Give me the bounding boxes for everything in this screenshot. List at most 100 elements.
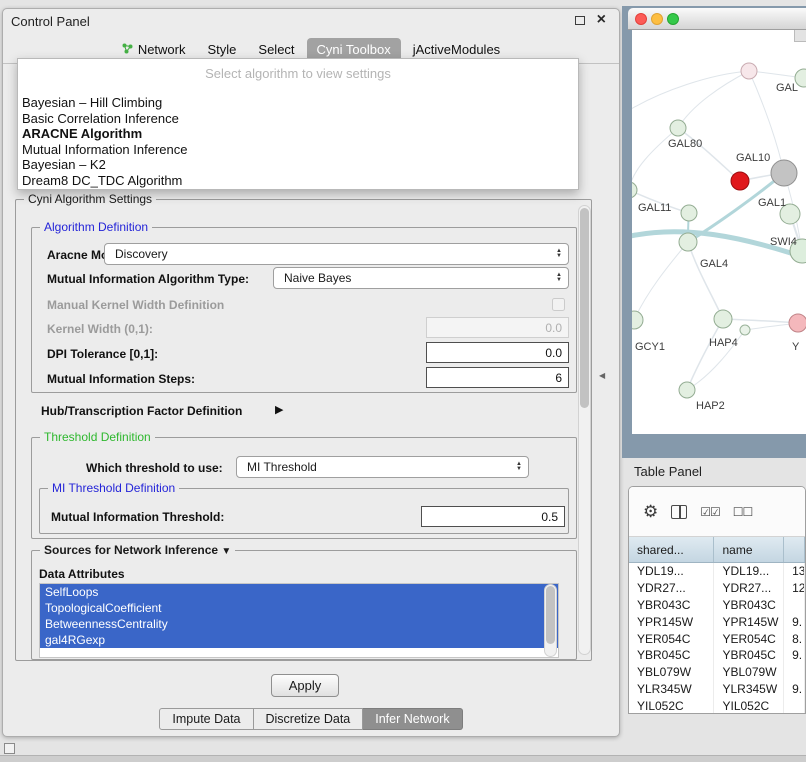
cyni-mode-tabs: Impute DataDiscretize DataInfer Network [3,708,619,730]
algorithm-option-basic-correlation-inference[interactable]: Basic Correlation Inference [18,111,578,127]
table-row[interactable]: YER054CYER054C8. [629,630,805,647]
column-header-col2[interactable] [784,537,805,562]
combo-value: Naive Bayes [284,271,351,285]
mi-type-select[interactable]: Naive Bayes ▲ ▼ [273,267,569,289]
algorithm-option-bayesian-hill-climbing[interactable]: Bayesian – Hill Climbing [18,95,578,111]
network-node-y[interactable] [789,314,806,332]
dropdown-items: Bayesian – Hill ClimbingBasic Correlatio… [18,95,578,188]
table-cell: YER054C [629,630,714,647]
network-node-gal10[interactable] [771,160,797,186]
network-node-hap2[interactable] [679,382,695,398]
mi-threshold-field[interactable] [421,506,565,527]
sources-title: Sources for Network Inference [44,543,218,557]
network-tab-icon [122,42,133,57]
algorithm-option-bayesian-k2[interactable]: Bayesian – K2 [18,157,578,173]
network-canvas[interactable]: GALGAL80GAL10GAL11GAL1SWI4GAL4GCY1HAP4YH… [632,30,806,434]
network-edge[interactable] [678,71,749,128]
settings-scrollbar[interactable] [578,205,591,655]
data-attribute-item[interactable]: TopologicalCoefficient [40,600,558,616]
gear-icon[interactable]: ⚙ [643,502,658,522]
table-row[interactable]: YBR043CYBR043C [629,597,805,614]
mi-type-label: Mutual Information Algorithm Type: [47,272,249,286]
algorithm-option-aracne-algorithm[interactable]: ARACNE Algorithm [18,126,578,142]
column-selector-icon[interactable] [671,505,687,519]
splitter-collapse-icon[interactable]: ◀ [599,371,605,380]
network-node-gcy1[interactable] [632,311,643,329]
kernel-width-field[interactable] [426,317,569,338]
group-title[interactable]: Sources for Network Inference ▼ [40,543,235,557]
node-label: GAL1 [758,197,786,209]
window-title: Control Panel [11,14,90,29]
close-icon[interactable]: × [597,11,606,29]
data-attribute-item[interactable]: SelfLoops [40,584,558,600]
down-arrow-icon: ▼ [516,467,522,472]
zoom-traffic-icon[interactable] [667,13,679,25]
network-graph: GALGAL80GAL10GAL11GAL1SWI4GAL4GCY1HAP4YH… [632,30,806,434]
network-node[interactable] [731,172,749,190]
network-node-hap4[interactable] [714,310,732,328]
tab-infer-network[interactable]: Infer Network [363,708,462,730]
network-node[interactable] [741,63,757,79]
network-node[interactable] [740,325,750,335]
mi-steps-field[interactable] [426,367,569,388]
table-panel-window: ⚙ ☑☑ ☐☐ shared...name YDL19...YDL19...13… [628,486,806,714]
node-label: Y [792,341,800,353]
table-row[interactable]: YLR345WYLR345W9. [629,681,805,698]
tab-discretize-data[interactable]: Discretize Data [254,708,364,730]
group-title: MI Threshold Definition [48,481,179,495]
network-edge[interactable] [634,242,688,320]
dpi-tolerance-field[interactable] [426,342,569,363]
table-row[interactable]: YPR145WYPR145W9. [629,613,805,630]
combo-value: MI Threshold [247,460,317,474]
network-view-window: GALGAL80GAL10GAL11GAL1SWI4GAL4GCY1HAP4YH… [628,8,806,442]
scrollbar-thumb[interactable] [580,208,589,408]
table-cell: YER054C [714,630,784,647]
table-toolbar: ⚙ ☑☑ ☐☐ [629,487,805,537]
collapsed-arrow-icon[interactable]: ▶ [275,403,283,416]
algorithm-option-dream8-dc-tdc-algorithm[interactable]: Dream8 DC_TDC Algorithm [18,173,578,189]
tab-label: Style [208,42,237,57]
network-edge[interactable] [723,319,798,323]
table-cell [784,697,805,714]
network-edge[interactable] [688,242,723,319]
network-edge[interactable] [632,71,749,112]
minimize-traffic-icon[interactable] [651,13,663,25]
which-threshold-select[interactable]: MI Threshold ▲ ▼ [236,456,529,478]
algorithm-option-mutual-information-inference[interactable]: Mutual Information Inference [18,142,578,158]
aracne-mode-select[interactable]: Discovery ▲ ▼ [104,243,569,265]
float-window-icon[interactable] [575,16,585,25]
status-strip [0,755,806,762]
network-edge[interactable] [678,128,740,181]
column-header-shared[interactable]: shared... [629,537,714,562]
table-row[interactable]: YIL052CYIL052C [629,697,805,714]
data-attributes-list[interactable]: SelfLoopsTopologicalCoefficientBetweenne… [39,583,559,658]
network-window-titlebar[interactable] [628,8,806,30]
apply-button[interactable]: Apply [271,674,339,697]
table-row[interactable]: YBR045CYBR045C9. [629,647,805,664]
clear-selection-icon[interactable]: ☐☐ [733,505,753,519]
network-node-gal4[interactable] [679,233,697,251]
manual-kernel-checkbox[interactable] [552,298,565,311]
network-node-gal80[interactable] [670,120,686,136]
combo-arrows-icon: ▲ ▼ [556,249,562,259]
network-node-gal11[interactable] [681,205,697,221]
network-edge[interactable] [687,319,723,390]
close-traffic-icon[interactable] [635,13,647,25]
tab-impute-data[interactable]: Impute Data [159,708,253,730]
data-attribute-item[interactable]: BetweennessCentrality [40,616,558,632]
hub-section-label[interactable]: Hub/Transcription Factor Definition [41,404,242,418]
data-attribute-item[interactable]: gal4RGexp [40,632,558,648]
scrollbar-thumb[interactable] [546,586,555,644]
list-scrollbar[interactable] [544,584,557,657]
column-header-name[interactable]: name [714,537,784,562]
table-row[interactable]: YDR27...YDR27...12 [629,580,805,597]
combo-arrows-icon: ▲ ▼ [516,462,522,472]
minimized-panel-icon[interactable] [4,743,15,754]
select-all-icon[interactable]: ☑☑ [700,505,720,519]
table-cell: 12 [784,580,805,597]
node-label: GAL11 [638,202,671,214]
table-row[interactable]: YDL19...YDL19...13 [629,563,805,580]
tab-label: Cyni Toolbox [317,42,391,57]
table-row[interactable]: YBL079WYBL079W [629,664,805,681]
network-node[interactable] [632,182,637,198]
